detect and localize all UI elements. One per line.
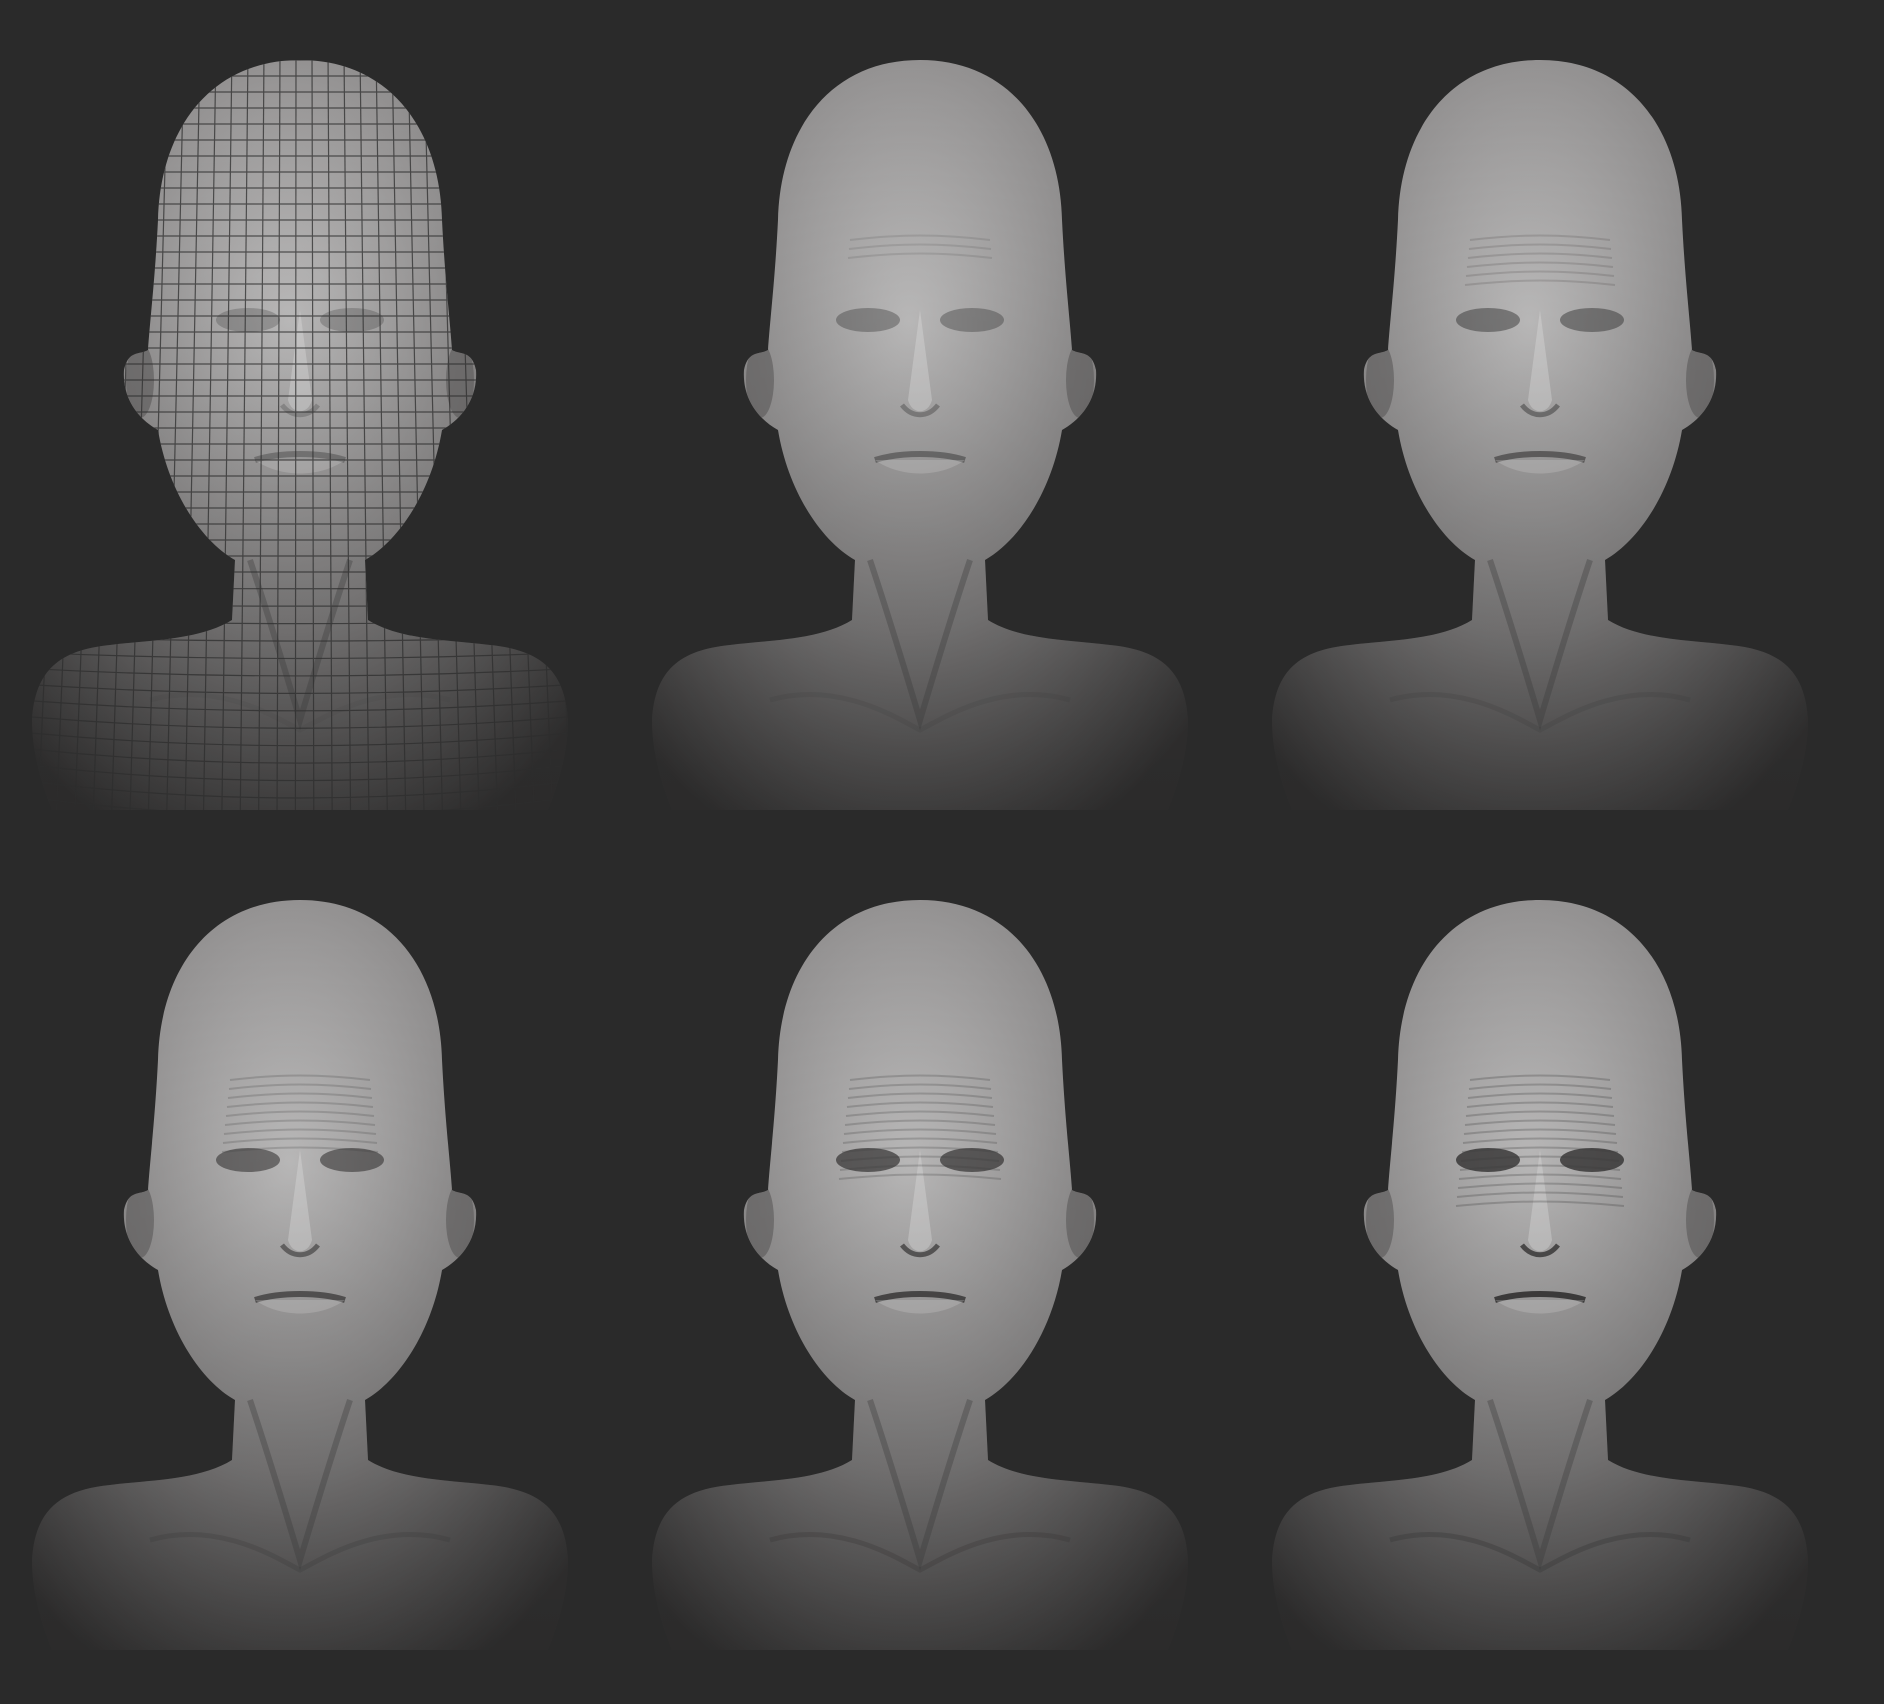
canvas: { "image": { "background_color": "#2a2a2…	[0, 0, 1884, 1704]
bust-subdivision-level-2	[620, 20, 1220, 840]
bust-grid	[0, 0, 1884, 1704]
bust-subdivision-level-4	[0, 860, 600, 1680]
bust-subdivision-level-5	[620, 860, 1220, 1680]
bust-base-mesh-wireframe	[0, 20, 600, 840]
bust-subdivision-level-3	[1240, 20, 1840, 840]
bust-subdivision-level-6	[1240, 860, 1840, 1680]
